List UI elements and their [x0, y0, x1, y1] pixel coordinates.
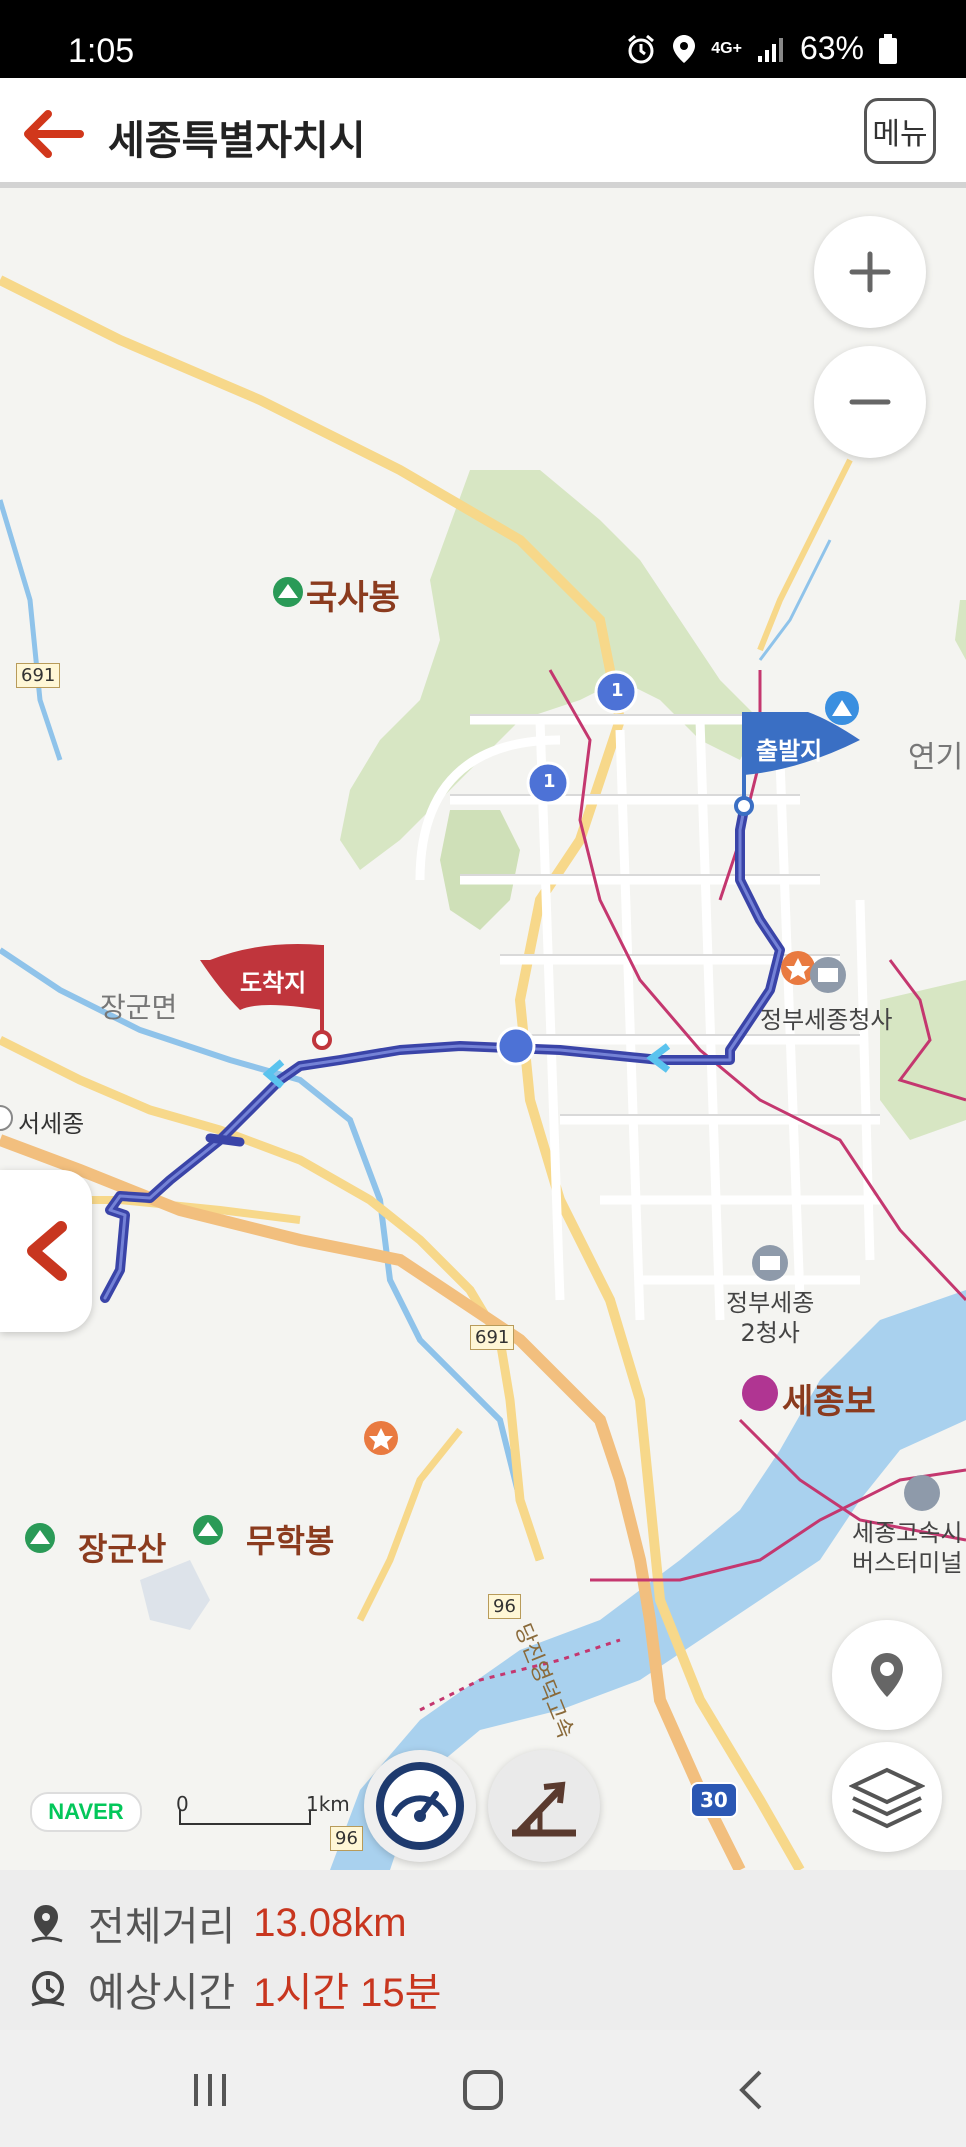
naver-logo: NAVER	[30, 1792, 142, 1832]
time-label: 예상시간	[88, 1970, 236, 2016]
status-bar: 1:05 4G+ 63%	[0, 0, 966, 78]
elevation-button[interactable]	[488, 1750, 600, 1862]
green-area	[955, 600, 966, 660]
system-back-icon	[739, 2070, 762, 2110]
end-flag-dot	[312, 1030, 332, 1050]
start-marker-label: 출발지	[756, 737, 823, 765]
plus-icon	[849, 251, 891, 293]
home-icon	[463, 2070, 503, 2110]
road-number-1: 1	[611, 680, 624, 701]
time-row: 예상시간 1시간 15분	[26, 1960, 441, 2018]
status-icons: 4G+ 63%	[625, 30, 898, 67]
stream	[0, 499, 63, 761]
alarm-icon	[628, 34, 655, 63]
location-icon	[673, 34, 696, 63]
stream	[758, 539, 832, 661]
my-location-button[interactable]	[832, 1620, 942, 1730]
green-area	[880, 980, 966, 1140]
system-back-button[interactable]	[712, 2060, 792, 2120]
back-button[interactable]	[18, 106, 88, 162]
seosejong-ic-icon	[0, 1105, 13, 1131]
home-button[interactable]	[443, 2060, 523, 2120]
chevron-left-icon	[27, 1221, 67, 1281]
distance-pin-icon	[31, 1905, 63, 1943]
map-label-sejongbo: 세종보	[782, 1382, 876, 1422]
road-number-96: 96	[330, 1826, 363, 1851]
recent-apps-button[interactable]	[170, 2060, 250, 2120]
road-number-1: 1	[543, 771, 556, 792]
road-number-96: 96	[488, 1594, 521, 1619]
start-flag-dot	[734, 796, 754, 816]
layers-icon	[849, 1767, 925, 1829]
layers-button[interactable]	[832, 1742, 942, 1852]
yellow-road	[757, 458, 853, 652]
bus-terminal-icon	[904, 1475, 940, 1511]
map-scale: 0 1km	[176, 1792, 350, 1828]
minus-icon	[849, 399, 891, 405]
back-arrow-icon	[24, 110, 84, 158]
road-number-691: 691	[470, 1325, 515, 1350]
recent-apps-icon	[194, 2074, 226, 2106]
speedometer-icon	[376, 1762, 464, 1850]
side-panel-toggle[interactable]	[0, 1170, 92, 1332]
scale-bar	[179, 1810, 311, 1825]
route-info-panel: 전체거리 13.08km 예상시간 1시간 15분	[0, 1870, 966, 2030]
map-view[interactable]: 국사봉 장군면 서세종 연기 정부세종청사 정부세종 2청사 세종보 장군산 무…	[0, 188, 966, 1870]
map-label-guksabong: 국사봉	[306, 578, 400, 618]
road-badge-30	[496, 1026, 536, 1066]
scale-start: 0	[176, 1792, 189, 1816]
distance-value: 13.08km	[253, 1900, 407, 1945]
route-branch	[205, 1133, 245, 1147]
green-area	[440, 810, 520, 930]
distance-label: 전체거리	[88, 1904, 236, 1950]
page-title: 세종특별자치시	[108, 118, 366, 164]
system-nav-bar	[0, 2030, 966, 2147]
map-label-seosejong: 서세종	[18, 1110, 85, 1138]
road-number-691: 691	[16, 663, 61, 688]
map-label-gov-complex2: 정부세종 2청사	[726, 1289, 815, 1347]
battery-icon	[879, 33, 897, 64]
app-header: 세종특별자치시 메뉴	[0, 78, 966, 188]
lake	[140, 1560, 210, 1630]
zoom-out-button[interactable]	[814, 346, 926, 458]
map-label-bus-terminal: 세종고속시 버스터미널	[852, 1519, 963, 1577]
network-indicator: 4G+	[711, 39, 742, 57]
map-label-muhakbong: 무학봉	[246, 1522, 335, 1560]
scale-end: 1km	[306, 1792, 350, 1816]
map-label-gov-complex: 정부세종청사	[760, 1006, 893, 1034]
battery-percent: 63%	[799, 30, 864, 66]
map-label-janggun-myeon: 장군면	[100, 991, 178, 1024]
time-value: 1시간 15분	[253, 1971, 442, 2015]
location-pin-icon	[871, 1653, 903, 1697]
signal-icon	[757, 37, 783, 62]
zoom-in-button[interactable]	[814, 216, 926, 328]
bike-station-icon	[742, 1375, 778, 1411]
status-time: 1:05	[68, 32, 135, 70]
yellow-road	[356, 1427, 463, 1622]
map-label-yeongi: 연기	[908, 740, 964, 775]
expressway	[0, 1134, 746, 1870]
slope-icon	[512, 1781, 576, 1837]
road-number-30: 30	[690, 1782, 738, 1818]
clock-icon	[31, 1971, 65, 2007]
map-label-janggunsan: 장군산	[78, 1530, 167, 1568]
speedometer-button[interactable]	[364, 1750, 476, 1862]
end-marker-label: 도착지	[240, 969, 307, 997]
distance-row: 전체거리 13.08km	[26, 1894, 407, 1952]
menu-button[interactable]: 메뉴	[864, 98, 936, 164]
